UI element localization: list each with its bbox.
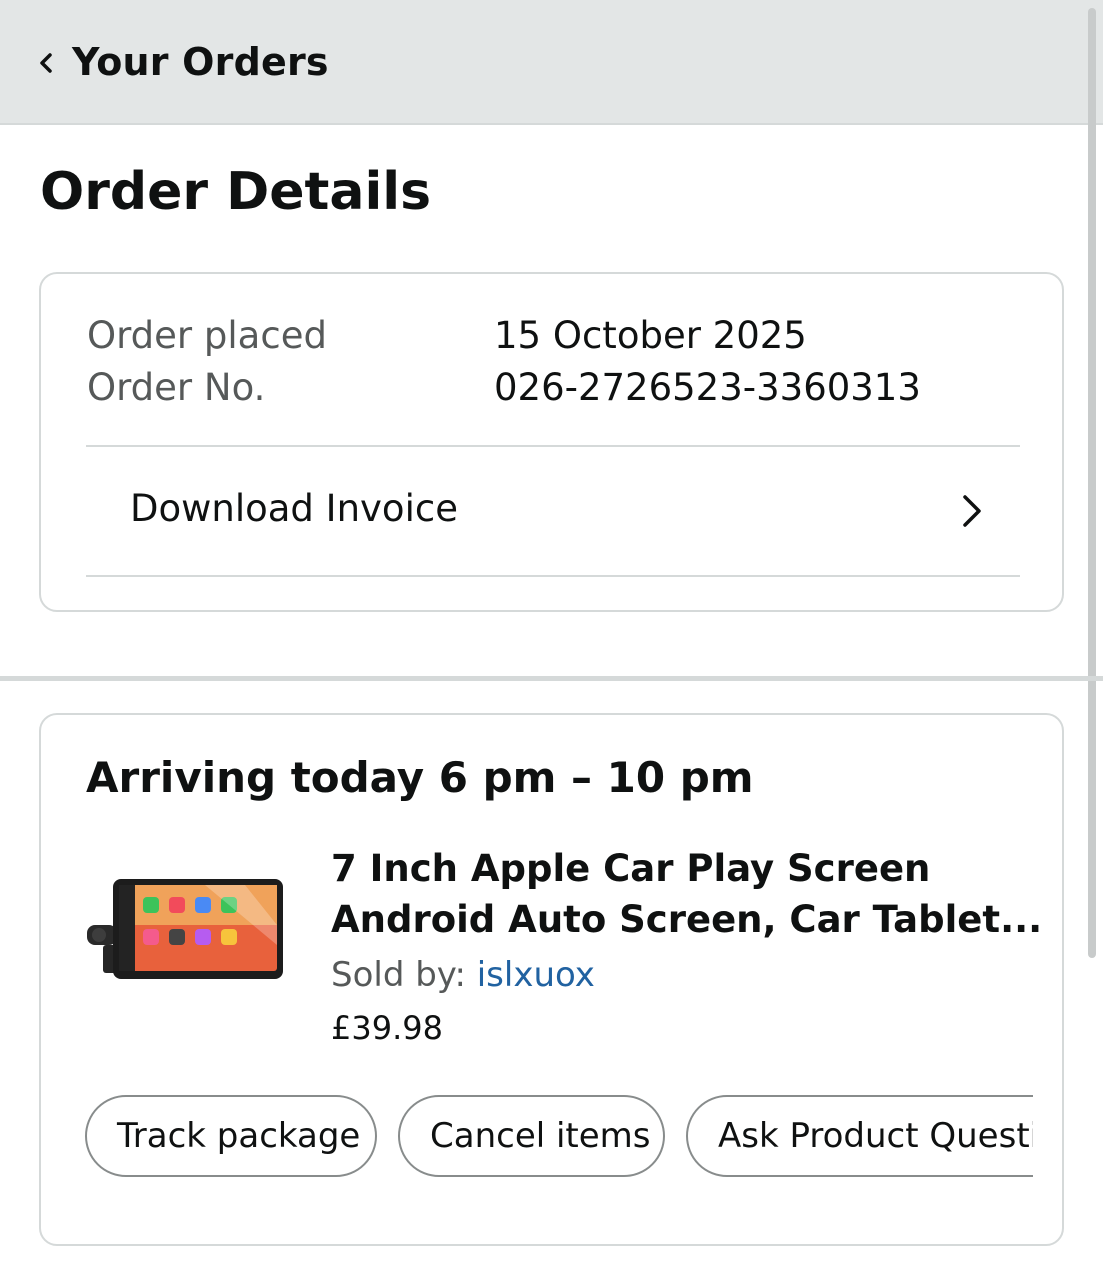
- order-number-label: Order No.: [87, 366, 266, 409]
- order-summary-card: Order placed 15 October 2025 Order No. 0…: [39, 272, 1064, 612]
- track-package-button[interactable]: Track package: [85, 1095, 377, 1177]
- product-title-link[interactable]: 7 Inch Apple Car Play Screen Android Aut…: [331, 843, 1043, 945]
- seller-link[interactable]: islxuox: [477, 955, 595, 995]
- scrollbar[interactable]: [1088, 8, 1096, 958]
- action-buttons-row[interactable]: Track package Cancel items Ask Product Q…: [85, 1095, 1033, 1179]
- sold-by: Sold by: islxuox: [331, 955, 595, 995]
- order-placed-label: Order placed: [87, 314, 327, 357]
- product-price: £39.98: [331, 1009, 443, 1047]
- arrival-status: Arriving today 6 pm – 10 pm: [86, 753, 754, 802]
- divider: [86, 575, 1020, 577]
- order-placed-value: 15 October 2025: [494, 314, 807, 357]
- cancel-items-button[interactable]: Cancel items: [398, 1095, 665, 1177]
- product-title-line: Android Auto Screen, Car Tablet...: [331, 898, 1043, 941]
- order-number-value: 026-2726523-3360313: [494, 366, 921, 409]
- download-invoice-label: Download Invoice: [130, 487, 458, 530]
- top-navigation-bar: Your Orders: [0, 0, 1103, 125]
- product-title-line: 7 Inch Apple Car Play Screen: [331, 847, 931, 890]
- sold-by-label: Sold by:: [331, 955, 477, 995]
- chevron-right-icon: [963, 495, 981, 527]
- download-invoice-row[interactable]: Download Invoice: [86, 447, 1020, 575]
- product-image[interactable]: [85, 875, 285, 985]
- ask-product-question-button[interactable]: Ask Product Question: [686, 1095, 1033, 1177]
- shipment-card: Arriving today 6 pm – 10 pm 7 Inch Apple…: [39, 713, 1064, 1246]
- back-chevron-icon[interactable]: [34, 50, 58, 76]
- back-to-orders-link[interactable]: Your Orders: [72, 40, 329, 84]
- page-title: Order Details: [40, 162, 432, 222]
- section-separator: [0, 676, 1103, 681]
